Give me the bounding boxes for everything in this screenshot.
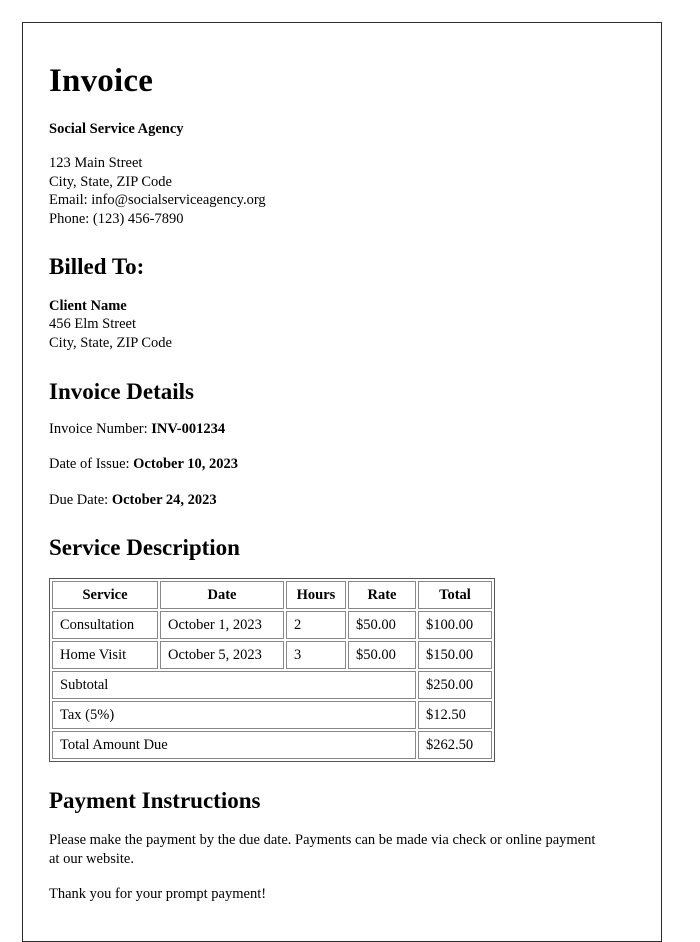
- sender-org-name: Social Service Agency: [49, 121, 184, 138]
- subtotal-label: Subtotal: [52, 670, 416, 700]
- column-header-date: Date: [160, 580, 284, 609]
- invoice-number-label: Invoice Number:: [49, 421, 148, 437]
- billed-to-heading: Billed To:: [49, 254, 145, 280]
- cell-hours: 3: [286, 640, 346, 669]
- payment-instructions-heading: Payment Instructions: [49, 788, 261, 814]
- sender-address-line: 123 Main Street: [49, 155, 143, 172]
- column-header-total: Total: [418, 580, 492, 609]
- cell-rate: $50.00: [348, 640, 416, 669]
- sender-address-line: City, State, ZIP Code: [49, 173, 172, 190]
- invoice-number-value: INV-001234: [151, 421, 226, 437]
- table-row: Consultation October 1, 2023 2 $50.00 $1…: [52, 610, 492, 639]
- table-header-row: Service Date Hours Rate Total: [52, 580, 492, 609]
- client-address-line: City, State, ZIP Code: [49, 335, 172, 352]
- date-of-issue-value: October 10, 2023: [133, 456, 238, 473]
- cell-date: October 5, 2023: [160, 640, 284, 669]
- tax-row: Tax (5%) $12.50: [52, 701, 492, 730]
- due-date-value: October 24, 2023: [111, 491, 217, 508]
- total-amount-due-row: Total Amount Due $262.50: [52, 731, 492, 760]
- tax-value: $12.50: [418, 701, 492, 730]
- page-title: Invoice: [49, 63, 154, 99]
- column-header-service: Service: [52, 580, 158, 609]
- cell-date: October 1, 2023: [160, 610, 284, 639]
- cell-rate: $50.00: [348, 610, 416, 639]
- due-date-row: Due Date: October 24, 2023: [49, 492, 635, 509]
- client-address-line: 456 Elm Street: [49, 316, 136, 333]
- service-table: Service Date Hours Rate Total Consultati…: [49, 577, 495, 763]
- table-row: Home Visit October 5, 2023 3 $50.00 $150…: [52, 640, 492, 669]
- invoice-number-row: Invoice Number: INV-001234: [49, 421, 635, 438]
- sender-address: 123 Main Street City, State, ZIP Code Em…: [49, 154, 635, 228]
- date-of-issue-row: Date of Issue: October 10, 2023: [49, 456, 635, 473]
- service-description-heading: Service Description: [49, 535, 240, 561]
- total-amount-due-value: $262.50: [418, 731, 492, 760]
- total-amount-due-label: Total Amount Due: [52, 731, 416, 760]
- invoice-page: Invoice Social Service Agency 123 Main S…: [22, 22, 662, 942]
- service-table-body: Consultation October 1, 2023 2 $50.00 $1…: [52, 610, 492, 760]
- sender-email-line: Email: info@socialserviceagency.org: [49, 192, 266, 209]
- cell-hours: 2: [286, 610, 346, 639]
- billed-to-block: Client Name 456 Elm Street City, State, …: [49, 297, 635, 353]
- invoice-content: Invoice Social Service Agency 123 Main S…: [23, 23, 661, 904]
- tax-label: Tax (5%): [52, 701, 416, 730]
- cell-total: $100.00: [418, 610, 492, 639]
- sender-phone-line: Phone: (123) 456-7890: [49, 210, 184, 227]
- invoice-details-heading: Invoice Details: [49, 378, 195, 404]
- subtotal-value: $250.00: [418, 670, 492, 700]
- column-header-hours: Hours: [286, 580, 346, 609]
- due-date-label: Due Date:: [49, 491, 109, 508]
- client-name: Client Name: [49, 297, 127, 314]
- cell-service: Home Visit: [52, 640, 158, 669]
- column-header-rate: Rate: [348, 580, 416, 609]
- thank-you-text: Thank you for your prompt payment!: [49, 886, 267, 903]
- subtotal-row: Subtotal $250.00: [52, 670, 492, 700]
- date-of-issue-label: Date of Issue:: [49, 456, 130, 473]
- cell-total: $150.00: [418, 640, 492, 669]
- payment-instructions-text: Please make the payment by the due date.…: [49, 831, 596, 867]
- cell-service: Consultation: [52, 610, 158, 639]
- service-table-head: Service Date Hours Rate Total: [52, 580, 492, 609]
